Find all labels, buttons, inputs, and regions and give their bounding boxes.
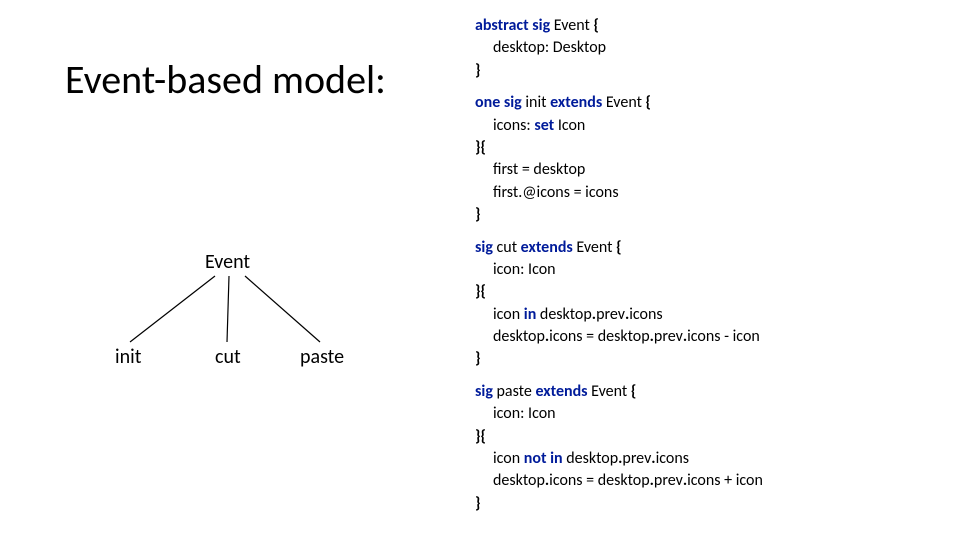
code-sig-paste: sig paste extends Event { icon: Icon }{ …	[475, 381, 763, 515]
code-block: abstract sig Event { desktop: Desktop } …	[475, 15, 763, 525]
slide: Event-based model: Event init cut paste …	[0, 0, 960, 540]
code-abstract-event: abstract sig Event { desktop: Desktop }	[475, 15, 763, 82]
hierarchy-tree: Event init cut paste	[95, 250, 375, 370]
tree-branches	[95, 274, 375, 346]
tree-leaf-init: init	[115, 345, 141, 369]
slide-title: Event-based model:	[65, 55, 386, 104]
tree-root: Event	[205, 250, 250, 274]
code-sig-init: one sig init extends Event { icons: set …	[475, 92, 763, 226]
code-sig-cut: sig cut extends Event { icon: Icon }{ ic…	[475, 237, 763, 371]
tree-leaf-paste: paste	[300, 345, 344, 369]
tree-leaf-cut: cut	[215, 345, 241, 369]
